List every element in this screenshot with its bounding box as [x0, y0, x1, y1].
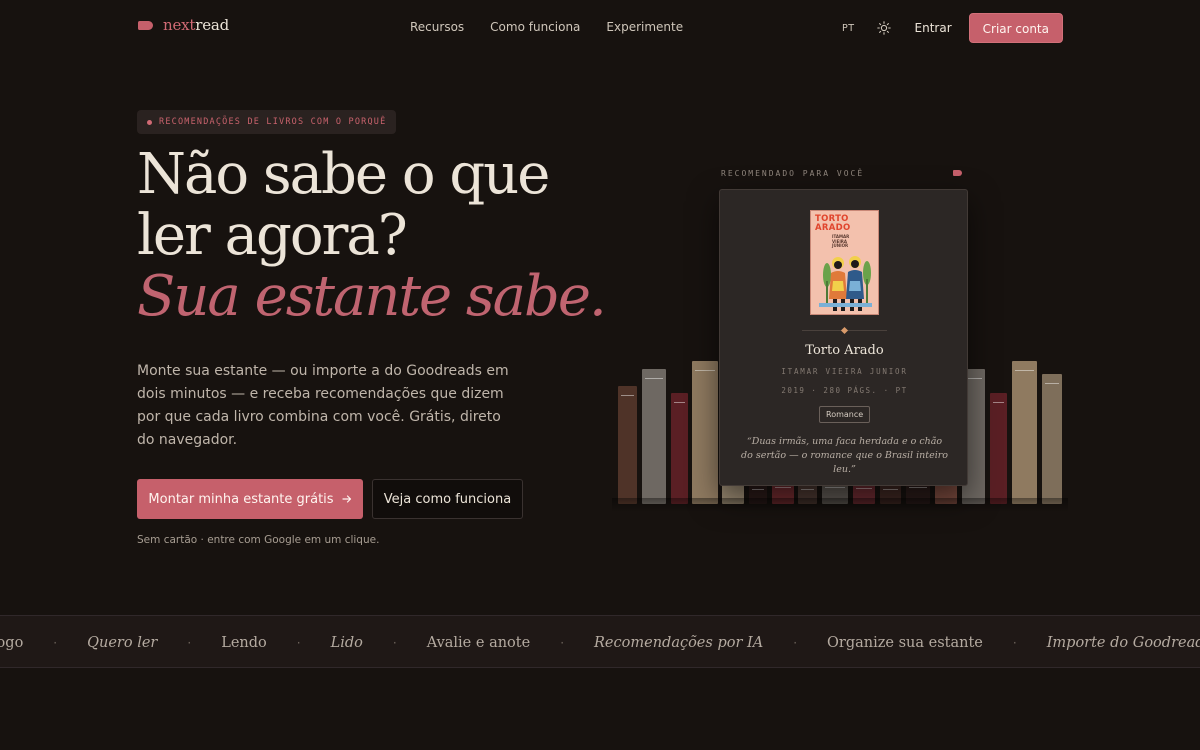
marquee-item: Quero ler	[87, 634, 158, 651]
book-spine	[642, 369, 666, 504]
how-it-works-button[interactable]: Veja como funciona	[372, 479, 523, 519]
bookmark-icon	[953, 170, 962, 176]
logo-text-part-1: next	[163, 16, 196, 34]
cover-title: TORTO ARADO	[815, 214, 851, 233]
marquee-item: no catálogo	[0, 634, 24, 651]
badge-dot-icon	[147, 119, 152, 125]
feature-marquee: no catálogo · Quero ler · Lendo · Lido ·…	[0, 615, 1200, 668]
nav-actions: PT Entrar Criar conta	[842, 13, 1063, 43]
marquee-item: Lendo	[221, 634, 267, 651]
logo-text: nextread	[163, 16, 229, 34]
hero-title-line-2: ler agora?	[137, 203, 408, 268]
recommendation-card[interactable]: TORTO ARADO ITAMAR VIEIRA JUNIOR Torto Arad…	[719, 189, 968, 486]
book-meta: 2019 · 280 PÁGS. · PT	[781, 386, 908, 395]
hero-title: Não sabe o que ler agora? Sua estante sa…	[137, 144, 617, 327]
signup-button[interactable]: Criar conta	[968, 13, 1063, 43]
marquee-separator: ·	[53, 635, 58, 650]
marquee-separator: ·	[392, 635, 397, 650]
badge-text: RECOMENDAÇÕES DE LIVROS COM O PORQUÊ	[159, 117, 387, 127]
nav-link-experimente[interactable]: Experimente	[606, 20, 683, 34]
build-shelf-label: Montar minha estante grátis	[148, 491, 334, 507]
hero-note: Sem cartão · entre com Google em um cliq…	[137, 534, 380, 546]
marquee-item: Recomendações por IA	[594, 634, 764, 651]
genre-tag[interactable]: Romance	[819, 406, 871, 423]
hero-title-accent: Sua estante sabe.	[137, 264, 607, 329]
marquee-separator: ·	[793, 635, 798, 650]
book-spine	[618, 386, 637, 504]
hero-title-line-1: Não sabe o que	[137, 142, 550, 207]
marquee-item: Avalie e anote	[426, 634, 531, 651]
logo-mark-icon	[138, 20, 153, 30]
book-spine	[1042, 374, 1062, 504]
marquee-separator: ·	[296, 635, 301, 650]
nav-link-como-funciona[interactable]: Como funciona	[490, 20, 580, 34]
arrow-right-icon	[341, 495, 351, 503]
book-cover[interactable]: TORTO ARADO ITAMAR VIEIRA JUNIOR	[810, 210, 879, 315]
marquee-item: Importe do Goodreads	[1046, 634, 1200, 651]
marquee-item: Lido	[330, 634, 363, 651]
book-spine	[692, 361, 718, 504]
marquee-separator: ·	[187, 635, 192, 650]
logo-text-part-2: read	[195, 16, 230, 34]
top-nav: nextread Recursos Como funciona Experime…	[0, 0, 1200, 56]
book-spine	[990, 393, 1007, 504]
cover-author: ITAMAR VIEIRA JUNIOR	[832, 234, 850, 249]
login-link[interactable]: Entrar	[915, 21, 952, 35]
book-author: ITAMAR VIEIRA JUNIOR	[781, 367, 908, 376]
marquee-item: Organize sua estante	[827, 634, 983, 651]
sun-icon[interactable]	[876, 21, 891, 35]
book-title: Torto Arado	[805, 343, 884, 358]
marquee-separator: ·	[1012, 635, 1017, 650]
hero-description: Monte sua estante — ou importe a do Good…	[137, 363, 509, 448]
how-it-works-label: Veja como funciona	[383, 491, 512, 507]
shelf-shadow	[612, 498, 1068, 512]
cover-illustration-icon	[819, 256, 872, 311]
logo[interactable]: nextread	[138, 16, 229, 34]
marquee-separator: ·	[560, 635, 565, 650]
hero-badge: RECOMENDAÇÕES DE LIVROS COM O PORQUÊ	[137, 110, 397, 134]
marquee-track: no catálogo · Quero ler · Lendo · Lido ·…	[0, 616, 1200, 667]
recommended-label: RECOMENDADO PARA VOCÊ	[721, 169, 865, 178]
book-quote: “Duas irmãs, uma faca herdada e o chão d…	[741, 436, 948, 475]
language-toggle[interactable]: PT	[842, 23, 855, 34]
build-shelf-button[interactable]: Montar minha estante grátis	[137, 479, 363, 519]
book-spine	[671, 393, 688, 504]
book-spine	[1012, 361, 1037, 504]
nav-link-recursos[interactable]: Recursos	[410, 20, 464, 34]
nav-links: Recursos Como funciona Experimente	[410, 20, 683, 34]
diamond-icon	[840, 326, 849, 335]
